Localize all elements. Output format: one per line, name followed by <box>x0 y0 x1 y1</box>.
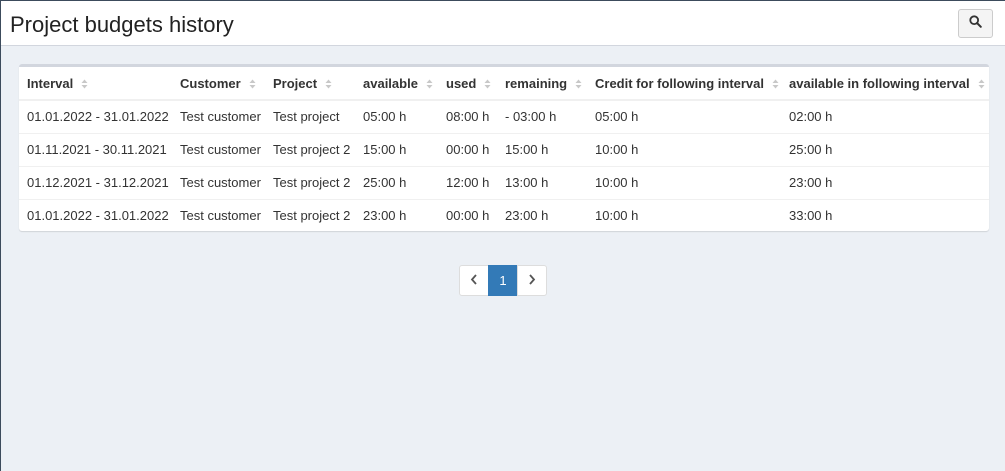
table-row[interactable]: 01.01.2022 - 31.01.2022 Test customer Test… <box>19 99 989 133</box>
sort-icon <box>484 79 491 89</box>
table-cell-used: 08:00 h <box>438 99 497 133</box>
pagination-next-button[interactable] <box>517 265 547 296</box>
table-cell-credit-for-following-interval: 10:00 h <box>587 132 781 166</box>
table-cell-remaining: 23:00 h <box>497 198 587 232</box>
column-header-label: available in following interval <box>789 75 970 91</box>
column-header-customer[interactable]: Customer <box>172 67 265 101</box>
table-body: 01.01.2022 - 31.01.2022 Test customer Test… <box>19 99 989 232</box>
search-button[interactable] <box>958 9 993 38</box>
table-row[interactable]: 01.01.2022 - 31.01.2022 Test customer Test… <box>19 198 989 232</box>
column-header-label: Interval <box>27 75 74 91</box>
column-header-available-in-following-interval[interactable]: available in following interval <box>781 67 989 101</box>
table-header-row: Interval Customer Project available used rema… <box>19 67 989 101</box>
column-header-project[interactable]: Project <box>265 67 355 101</box>
chevron-right-icon <box>528 273 536 288</box>
column-header-label: Project <box>273 75 318 91</box>
budgets-table: Interval Customer Project available used rema… <box>19 67 989 232</box>
table-cell-customer: Test customer <box>172 165 265 199</box>
chevron-left-icon <box>470 273 478 288</box>
column-header-label: remaining <box>505 75 568 91</box>
table-row[interactable]: 01.11.2021 - 30.11.2021 Test customer Test… <box>19 132 989 166</box>
table-cell-customer: Test customer <box>172 99 265 133</box>
table-cell-available-in-following-interval: 23:00 h <box>781 165 989 199</box>
table-cell-credit-for-following-interval: 10:00 h <box>587 165 781 199</box>
sort-icon <box>325 79 332 89</box>
table-cell-used: 00:00 h <box>438 198 497 232</box>
pagination: 1 <box>459 265 547 296</box>
column-header-credit-for-following-interval[interactable]: Credit for following interval <box>587 67 781 101</box>
column-header-label: available <box>363 75 418 91</box>
search-icon <box>969 14 982 33</box>
sort-icon <box>978 79 985 89</box>
column-header-remaining[interactable]: remaining <box>497 67 587 101</box>
table-cell-interval: 01.01.2022 - 31.01.2022 <box>19 99 172 133</box>
table-cell-interval: 01.12.2021 - 31.12.2021 <box>19 165 172 199</box>
column-header-used[interactable]: used <box>438 67 497 101</box>
table-cell-available: 05:00 h <box>355 99 438 133</box>
sort-icon <box>426 79 433 89</box>
table-cell-interval: 01.11.2021 - 30.11.2021 <box>19 132 172 166</box>
table-cell-available: 25:00 h <box>355 165 438 199</box>
table-cell-available-in-following-interval: 02:00 h <box>781 99 989 133</box>
column-header-interval[interactable]: Interval <box>19 67 172 101</box>
table-cell-remaining: - 03:00 h <box>497 99 587 133</box>
table-cell-used: 00:00 h <box>438 132 497 166</box>
table-cell-project: Test project 2 <box>265 132 355 166</box>
table-cell-project: Test project <box>265 99 355 133</box>
sort-icon <box>249 79 256 89</box>
page-header: Project budgets history <box>1 1 1005 46</box>
budgets-table-box: Interval Customer Project available used rema… <box>19 64 989 232</box>
column-header-label: Credit for following interval <box>595 75 765 91</box>
table-cell-credit-for-following-interval: 05:00 h <box>587 99 781 133</box>
table-cell-project: Test project 2 <box>265 198 355 232</box>
table-cell-available-in-following-interval: 25:00 h <box>781 132 989 166</box>
column-header-label: used <box>446 75 477 91</box>
sort-icon <box>772 79 779 89</box>
table-cell-available-in-following-interval: 33:00 h <box>781 198 989 232</box>
table-cell-remaining: 13:00 h <box>497 165 587 199</box>
pagination-page-1[interactable]: 1 <box>488 265 518 296</box>
table-cell-used: 12:00 h <box>438 165 497 199</box>
sort-icon <box>575 79 582 89</box>
table-cell-customer: Test customer <box>172 132 265 166</box>
column-header-label: Customer <box>180 75 241 91</box>
column-header-available[interactable]: available <box>355 67 438 101</box>
table-cell-customer: Test customer <box>172 198 265 232</box>
table-cell-remaining: 15:00 h <box>497 132 587 166</box>
table-cell-available: 23:00 h <box>355 198 438 232</box>
table-cell-available: 15:00 h <box>355 132 438 166</box>
table-cell-project: Test project 2 <box>265 165 355 199</box>
pagination-prev-button[interactable] <box>459 265 489 296</box>
table-row[interactable]: 01.12.2021 - 31.12.2021 Test customer Test… <box>19 165 989 199</box>
sort-icon <box>81 79 88 89</box>
table-cell-credit-for-following-interval: 10:00 h <box>587 198 781 232</box>
table-cell-interval: 01.01.2022 - 31.01.2022 <box>19 198 172 232</box>
page-title: Project budgets history <box>10 12 234 37</box>
